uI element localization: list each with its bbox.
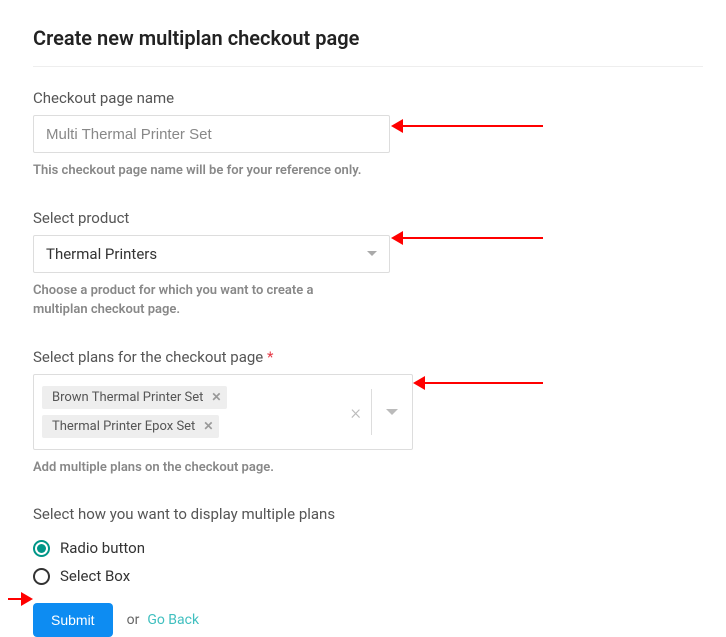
radio-label: Select Box — [60, 567, 130, 585]
radio-icon — [33, 540, 50, 557]
plan-chip-label: Brown Thermal Printer Set — [52, 390, 203, 405]
annotation-arrow — [425, 382, 543, 384]
select-plans-multiselect[interactable]: Brown Thermal Printer Set ✕ Thermal Prin… — [33, 374, 413, 450]
chevron-down-icon — [367, 251, 377, 256]
field-display-mode: Select how you want to display multiple … — [33, 505, 726, 585]
divider — [33, 66, 703, 67]
close-icon[interactable]: ✕ — [211, 390, 221, 404]
required-asterisk: * — [267, 348, 273, 366]
select-plans-label: Select plans for the checkout page * — [33, 348, 726, 366]
checkout-name-input[interactable] — [33, 115, 390, 153]
close-icon[interactable]: ✕ — [203, 419, 213, 433]
radio-icon — [33, 568, 50, 585]
clear-all-icon[interactable]: × — [341, 400, 371, 424]
multiselect-toggle[interactable] — [372, 409, 412, 415]
select-product-label: Select product — [33, 209, 726, 227]
annotation-arrow — [8, 598, 21, 600]
plan-chip-label: Thermal Printer Epox Set — [52, 419, 195, 434]
field-select-product: Select product Thermal Printers Choose a… — [33, 209, 726, 320]
annotation-arrow — [403, 125, 543, 127]
display-mode-label: Select how you want to display multiple … — [33, 505, 726, 523]
radio-option-select-box[interactable]: Select Box — [33, 567, 726, 585]
select-plans-help: Add multiple plans on the checkout page. — [33, 458, 363, 478]
plan-chip: Brown Thermal Printer Set ✕ — [42, 386, 227, 409]
select-product-value: Thermal Printers — [46, 245, 157, 263]
select-product-dropdown[interactable]: Thermal Printers — [33, 235, 390, 273]
or-text: or — [127, 612, 140, 628]
multiselect-controls: × — [341, 375, 412, 449]
field-checkout-name: Checkout page name This checkout page na… — [33, 89, 726, 181]
page-title: Create new multiplan checkout page — [33, 26, 726, 50]
radio-label: Radio button — [60, 539, 145, 557]
checkout-name-label: Checkout page name — [33, 89, 726, 107]
select-plans-label-text: Select plans for the checkout page — [33, 348, 263, 366]
radio-option-radio-button[interactable]: Radio button — [33, 539, 726, 557]
checkout-name-help: This checkout page name will be for your… — [33, 161, 363, 181]
go-back-link[interactable]: Go Back — [147, 612, 199, 628]
plan-chip: Thermal Printer Epox Set ✕ — [42, 415, 219, 438]
annotation-arrow — [403, 237, 543, 239]
chevron-down-icon — [386, 409, 398, 415]
field-select-plans: Select plans for the checkout page * Bro… — [33, 348, 726, 478]
select-product-help: Choose a product for which you want to c… — [33, 281, 363, 320]
